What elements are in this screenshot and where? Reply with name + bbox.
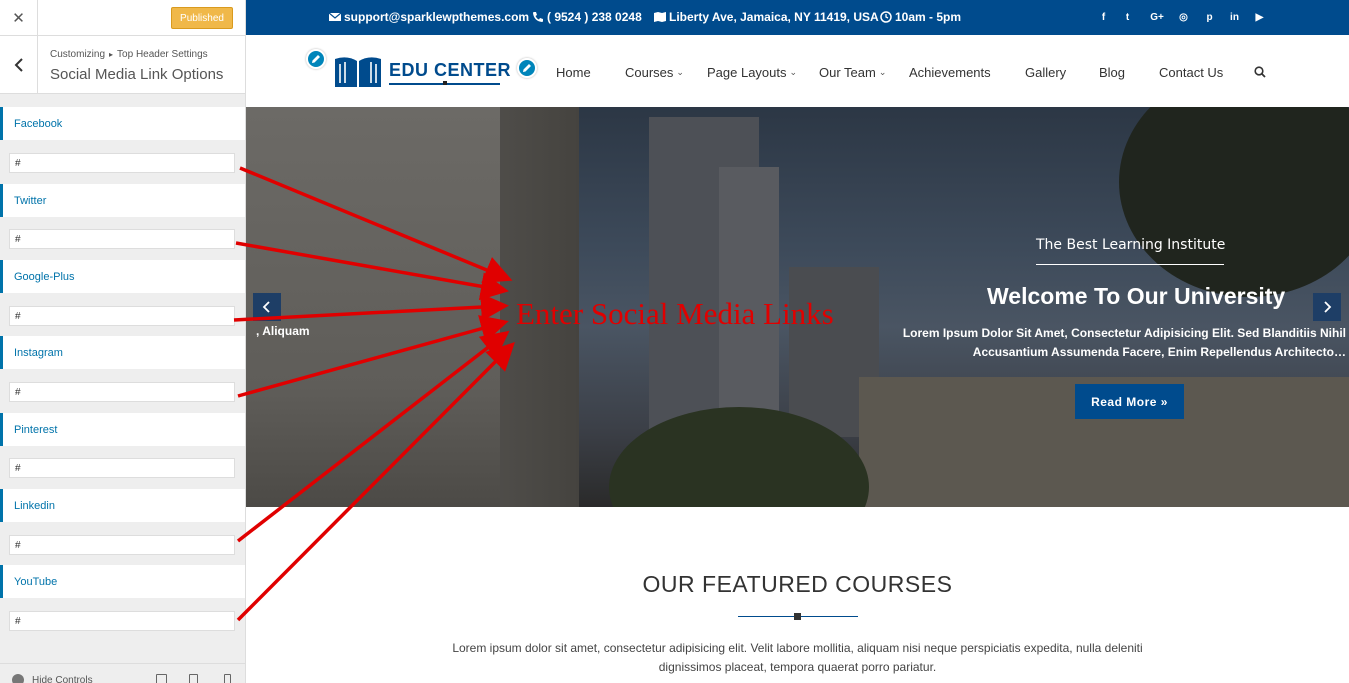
linkedin-link-input[interactable] bbox=[9, 535, 235, 555]
nav-item-our-team[interactable]: Our Team ⌄ bbox=[819, 65, 886, 80]
phone-text: ( 9524 ) 238 0248 bbox=[547, 10, 642, 24]
twitter-link-input[interactable] bbox=[9, 229, 235, 249]
featured-courses-description: Lorem ipsum dolor sit amet, consectetur … bbox=[452, 641, 1143, 674]
hours-text: 10am - 5pm bbox=[895, 10, 962, 24]
logo-text[interactable]: EDU CENTER bbox=[389, 60, 511, 81]
youtube-link-input[interactable] bbox=[9, 611, 235, 631]
field-label-twitter: Twitter bbox=[0, 184, 245, 217]
nav-label: Home bbox=[556, 65, 591, 80]
email-text: support@sparklewpthemes.com bbox=[344, 10, 530, 24]
breadcrumb-item: Customizing bbox=[50, 49, 106, 60]
edit-shortcut-icon[interactable] bbox=[306, 49, 326, 69]
previous-slide-text: , Aliquam bbox=[256, 324, 310, 338]
nav-label: Courses bbox=[625, 65, 674, 80]
hero-title: Welcome To Our University bbox=[987, 283, 1286, 309]
tree-shape bbox=[1119, 107, 1349, 297]
nav-item-blog[interactable]: Blog bbox=[1099, 65, 1125, 80]
nav-label: Gallery bbox=[1025, 65, 1067, 80]
read-more-button[interactable]: Read More » bbox=[1075, 384, 1184, 419]
youtube-icon[interactable]: ▶ bbox=[1253, 11, 1266, 24]
envelope-icon bbox=[329, 12, 341, 21]
nav-item-gallery[interactable]: Gallery bbox=[1025, 65, 1066, 80]
topbar-phone[interactable]: ( 9524 ) 238 0248 bbox=[532, 10, 642, 24]
slider-prev-button[interactable] bbox=[253, 293, 281, 321]
nav-label: Contact Us bbox=[1159, 65, 1224, 80]
slider-next-button[interactable] bbox=[1313, 293, 1341, 321]
chevron-down-icon: ⌄ bbox=[878, 67, 887, 77]
field-label-instagram: Instagram bbox=[0, 336, 245, 369]
map-icon bbox=[654, 12, 666, 22]
nav-label: Blog bbox=[1099, 65, 1126, 80]
panel-title: Social Media Link Options bbox=[50, 66, 224, 83]
facebook-link-input[interactable] bbox=[9, 153, 235, 173]
twitter-icon[interactable]: t bbox=[1121, 11, 1134, 24]
topbar-email[interactable]: support@sparklewpthemes.com bbox=[329, 10, 529, 24]
hero-subtitle-underline bbox=[1036, 264, 1224, 265]
phone-icon bbox=[533, 12, 543, 22]
clock-icon bbox=[880, 11, 892, 23]
nav-item-home[interactable]: Home bbox=[556, 65, 591, 80]
top-header-bar: support@sparklewpthemes.com ( 9524 ) 238… bbox=[246, 0, 1349, 35]
nav-item-courses[interactable]: Courses ⌄ bbox=[625, 65, 684, 80]
search-icon[interactable] bbox=[1254, 66, 1266, 78]
hero-subtitle: The Best Learning Institute bbox=[1036, 237, 1226, 253]
site-header: EDU CENTER Home Courses ⌄ Page Layouts ⌄ O… bbox=[246, 35, 1349, 107]
close-icon[interactable]: ✕ bbox=[0, 0, 38, 36]
chevron-left-icon bbox=[14, 58, 23, 72]
nav-item-achievements[interactable]: Achievements bbox=[909, 65, 991, 80]
edit-shortcut-icon[interactable] bbox=[517, 58, 537, 78]
tablet-preview-icon[interactable] bbox=[189, 674, 198, 683]
logo-book-icon[interactable] bbox=[333, 53, 383, 89]
collapse-icon bbox=[12, 674, 24, 683]
nav-label: Page Layouts bbox=[707, 65, 787, 80]
google-plus-icon[interactable]: G+ bbox=[1148, 11, 1166, 24]
back-button[interactable] bbox=[0, 36, 38, 94]
logo-dot bbox=[443, 81, 447, 85]
nav-item-contact[interactable]: Contact Us bbox=[1159, 65, 1223, 80]
site-preview: support@sparklewpthemes.com ( 9524 ) 238… bbox=[246, 0, 1349, 683]
breadcrumb-separator-icon: ▸ bbox=[109, 50, 114, 59]
linkedin-icon[interactable]: in bbox=[1228, 11, 1241, 24]
pinterest-icon[interactable]: p bbox=[1203, 11, 1216, 24]
field-label-linkedin: Linkedin bbox=[0, 489, 245, 522]
nav-label: Achievements bbox=[909, 65, 991, 80]
topbar-address: Liberty Ave, Jamaica, NY 11419, USA bbox=[654, 10, 879, 24]
facebook-icon[interactable]: f bbox=[1097, 11, 1110, 24]
address-text: Liberty Ave, Jamaica, NY 11419, USA bbox=[669, 10, 879, 24]
pencil-icon bbox=[523, 64, 531, 72]
nav-item-page-layouts[interactable]: Page Layouts ⌄ bbox=[707, 65, 797, 80]
field-label-pinterest: Pinterest bbox=[0, 413, 245, 446]
breadcrumb-item: Top Header Settings bbox=[117, 49, 208, 60]
hide-controls-label: Hide Controls bbox=[32, 674, 93, 683]
instagram-icon[interactable]: ◎ bbox=[1177, 11, 1190, 24]
nav-label: Our Team bbox=[819, 65, 876, 80]
annotation-label: Enter Social Media Links bbox=[516, 296, 834, 331]
desktop-preview-icon[interactable] bbox=[156, 674, 167, 683]
heading-divider-square bbox=[794, 613, 801, 620]
hide-controls-button[interactable]: Hide Controls bbox=[12, 674, 93, 683]
publish-button[interactable]: Published bbox=[171, 7, 233, 29]
field-label-facebook: Facebook bbox=[0, 107, 245, 140]
customizer-footer: Hide Controls bbox=[0, 663, 245, 683]
section-header: Customizing ▸ Top Header Settings Social M… bbox=[0, 36, 245, 94]
hero-description: Lorem Ipsum Dolor Sit Amet, Consectetur … bbox=[902, 326, 1346, 359]
google-plus-link-input[interactable] bbox=[9, 306, 235, 326]
breadcrumb: Customizing ▸ Top Header Settings bbox=[50, 49, 208, 60]
previous-slide-book-page bbox=[246, 107, 500, 507]
customizer-sidebar: ✕ Published Customizing ▸ Top Header Setti… bbox=[0, 0, 246, 683]
chevron-down-icon: ⌄ bbox=[789, 67, 798, 77]
chevron-left-icon bbox=[262, 301, 270, 313]
field-label-youtube: YouTube bbox=[0, 565, 245, 598]
instagram-link-input[interactable] bbox=[9, 382, 235, 402]
featured-courses-heading: OUR FEATURED COURSES bbox=[642, 571, 953, 597]
pencil-icon bbox=[312, 55, 320, 63]
field-label-google-plus: Google-Plus bbox=[0, 260, 245, 293]
customizer-header-bar: ✕ Published bbox=[0, 0, 245, 36]
chevron-right-icon bbox=[1324, 301, 1332, 313]
pinterest-link-input[interactable] bbox=[9, 458, 235, 478]
topbar-hours: 10am - 5pm bbox=[880, 10, 961, 24]
mobile-preview-icon[interactable] bbox=[224, 674, 231, 683]
chevron-down-icon: ⌄ bbox=[676, 67, 684, 77]
